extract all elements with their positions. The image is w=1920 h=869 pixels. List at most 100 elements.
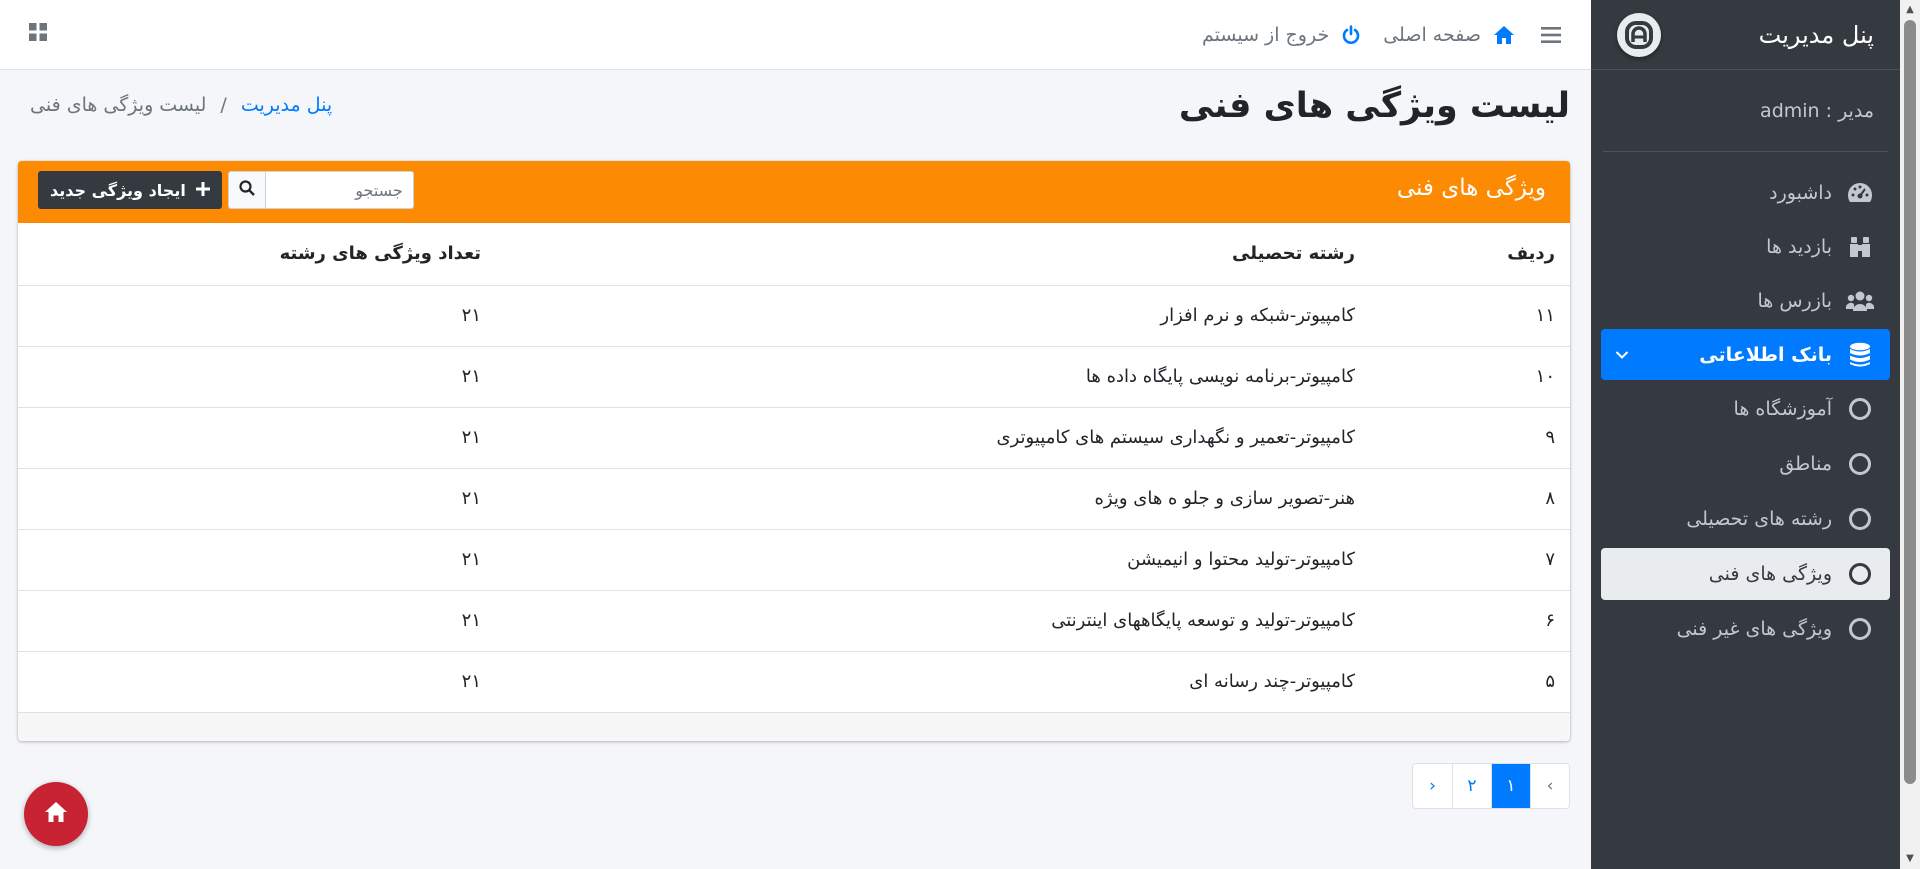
sidebar: پنل مدیریت مدیر : admin داشبورد بازدید ه… [1591,0,1900,869]
sidebar-item-label: ویژگی های غیر فنی [1676,618,1832,640]
sidebar-item-label: بانک اطلاعاتی [1699,343,1832,366]
cell-major: کامپیوتر-تولید محتوا و انیمیشن [496,529,1370,591]
cell-index: ۹ [1370,407,1570,469]
breadcrumb-current: لیست ویژگی های فنی [30,94,207,116]
sidebar-item-dashboard[interactable]: داشبورد [1601,167,1890,218]
breadcrumb: پنل مدیریت / لیست ویژگی های فنی [30,94,332,116]
page-title: لیست ویژگی های فنی [1178,86,1570,126]
home-icon [1493,25,1515,45]
cell-index: ۱۰ [1370,346,1570,408]
cell-major: کامپیوتر-چند رسانه ای [496,651,1370,713]
scroll-down-icon[interactable]: ▼ [1904,853,1916,865]
column-header-major: رشته تحصیلی [496,223,1370,286]
cell-feature-count: ۲۱ [18,285,496,347]
cell-index: ۸ [1370,468,1570,530]
table-row[interactable]: ۹ کامپیوتر-تعمیر و نگهداری سیستم های کام… [18,407,1570,469]
circle-icon [1846,615,1874,643]
cell-major: کامپیوتر-شبکه و نرم افزار [496,285,1370,347]
card-title: ویژگی های فنی [1396,175,1546,201]
hamburger-menu-icon[interactable] [1541,26,1561,44]
circle-icon [1846,560,1874,588]
features-card: ویژگی های فنی ایجاد ویژگی جدید ردیف [18,161,1570,741]
top-navbar: صفحه اصلی خروج از سیستم [0,0,1591,70]
cell-index: ۷ [1370,529,1570,591]
users-icon [1846,287,1874,315]
cell-feature-count: ۲۱ [18,407,496,469]
create-feature-button[interactable]: ایجاد ویژگی جدید [38,171,222,209]
create-feature-label: ایجاد ویژگی جدید [50,180,186,200]
cell-feature-count: ۲۱ [18,468,496,530]
floating-home-button[interactable] [24,782,88,846]
power-icon [1341,25,1361,45]
scroll-thumb[interactable] [1904,20,1916,784]
sidebar-item-label: داشبورد [1769,181,1832,204]
logout-label: خروج از سیستم [1202,24,1330,46]
card-tools: ایجاد ویژگی جدید [38,171,414,209]
database-icon [1846,341,1874,369]
search-icon [239,180,255,200]
pagination-prev[interactable]: ‹ [1530,764,1569,808]
brand-title: پنل مدیریت [1758,20,1874,49]
cell-index: ۶ [1370,590,1570,652]
cell-feature-count: ۲۱ [18,651,496,713]
cell-feature-count: ۲۱ [18,529,496,591]
brand[interactable]: پنل مدیریت [1591,0,1900,70]
cell-feature-count: ۲۱ [18,590,496,652]
table-row[interactable]: ۶ کامپیوتر-تولید و توسعه پایگاههای اینتر… [18,590,1570,652]
table-header-row: ردیف رشته تحصیلی تعداد ویژگی های رشته [18,223,1570,286]
home-label: صفحه اصلی [1383,24,1481,46]
cell-feature-count: ۲۱ [18,346,496,408]
sidebar-item-inspectors[interactable]: بازرس ها [1601,275,1890,326]
cell-major: هنر-تصویر سازی و جلو ه های ویژه [496,468,1370,530]
window-scrollbar[interactable]: ▲ ▼ [1900,0,1920,869]
breadcrumb-separator: / [220,94,227,116]
home-icon [44,801,68,827]
table-row[interactable]: ۸ هنر-تصویر سازی و جلو ه های ویژه ۲۱ [18,468,1570,530]
column-header-feature-count: تعداد ویژگی های رشته [18,223,496,286]
home-link[interactable]: صفحه اصلی [1383,24,1515,46]
sidebar-item-regions[interactable]: مناطق [1601,438,1890,490]
table-row[interactable]: ۱۰ کامپیوتر-برنامه نویسی پایگاه داده ها … [18,346,1570,408]
user-panel: مدیر : admin [1603,70,1888,152]
sidebar-item-technical-features[interactable]: ویژگی های فنی [1601,548,1890,600]
scroll-up-icon[interactable]: ▲ [1904,4,1916,16]
dashboard-icon [1846,179,1874,207]
binoculars-icon [1846,233,1874,261]
apps-grid-icon[interactable] [28,22,48,46]
search-button[interactable] [227,171,266,209]
cell-major: کامپیوتر-تولید و توسعه پایگاههای اینترنت… [496,590,1370,652]
cell-major: کامپیوتر-تعمیر و نگهداری سیستم های کامپی… [496,407,1370,469]
sidebar-item-non-technical-features[interactable]: ویژگی های غیر فنی [1601,603,1890,655]
table-row[interactable]: ۵ کامپیوتر-چند رسانه ای ۲۱ [18,651,1570,713]
logout-link[interactable]: خروج از سیستم [1202,24,1361,46]
sidebar-item-majors[interactable]: رشته های تحصیلی [1601,493,1890,545]
sidebar-item-label: ویژگی های فنی [1708,563,1832,585]
top-nav: صفحه اصلی خروج از سیستم [1180,0,1561,70]
sidebar-item-database[interactable]: بانک اطلاعاتی [1601,329,1890,380]
breadcrumb-home-link[interactable]: پنل مدیریت [241,94,332,116]
pagination-page-2[interactable]: ۲ [1452,764,1491,808]
card-footer [18,712,1570,741]
user-name[interactable]: مدیر : admin [1760,100,1874,122]
card-header: ویژگی های فنی ایجاد ویژگی جدید [18,161,1570,223]
table-row[interactable]: ۷ کامپیوتر-تولید محتوا و انیمیشن ۲۱ [18,529,1570,591]
circle-icon [1846,395,1874,423]
column-header-index: ردیف [1370,223,1570,286]
sidebar-nav: داشبورد بازدید ها بازرس ها بانک اطلاعاتی [1591,152,1900,655]
circle-icon [1846,505,1874,533]
pagination-next[interactable]: › [1413,764,1452,808]
sidebar-item-schools[interactable]: آموزشگاه ها [1601,383,1890,435]
pagination-page-1[interactable]: ۱ [1491,764,1530,808]
chevron-down-icon[interactable] [1615,345,1629,364]
sidebar-item-visits[interactable]: بازدید ها [1601,221,1890,272]
pagination: › ۲ ۱ ‹ [1412,763,1570,809]
sidebar-item-label: مناطق [1779,453,1832,475]
brand-logo-icon [1617,12,1661,57]
cell-index: ۵ [1370,651,1570,713]
search-group [227,171,414,209]
search-input[interactable] [265,171,414,209]
sidebar-item-label: رشته های تحصیلی [1686,508,1832,530]
plus-icon [195,181,210,200]
sidebar-item-label: آموزشگاه ها [1733,398,1832,420]
table-row[interactable]: ۱۱ کامپیوتر-شبکه و نرم افزار ۲۱ [18,285,1570,347]
